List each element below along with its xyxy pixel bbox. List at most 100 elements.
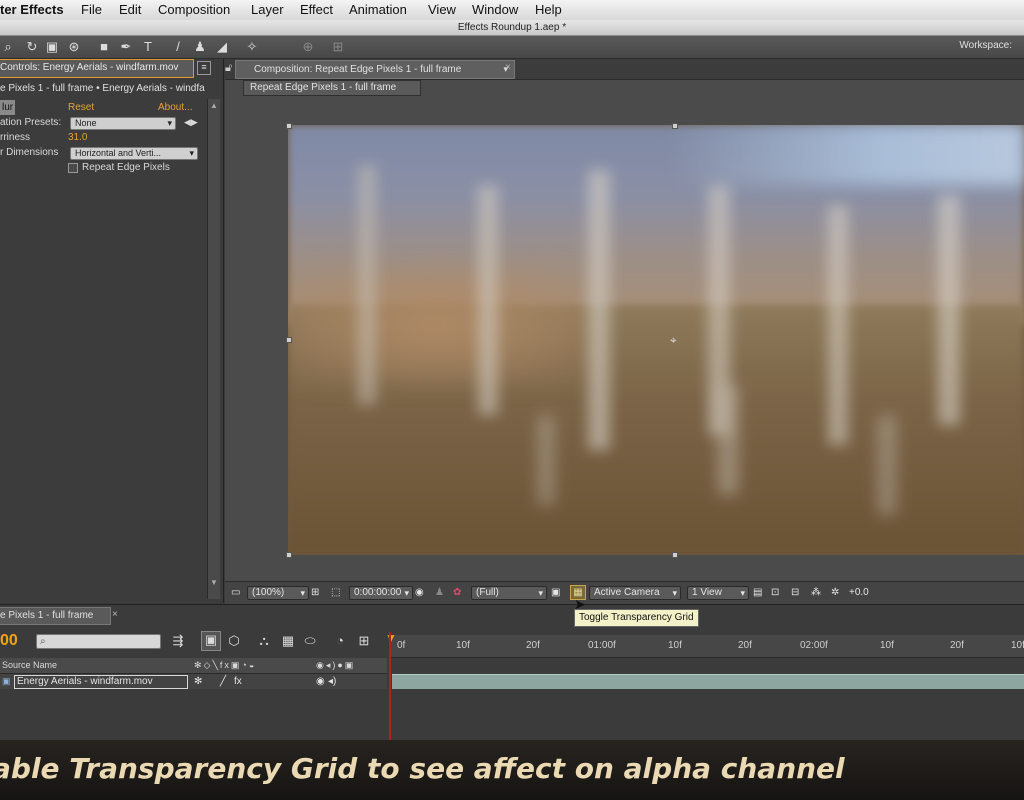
brainstorm-icon[interactable]: ⊞ — [356, 633, 372, 649]
video-switch-icon[interactable]: ◉ — [316, 674, 325, 689]
layer-duration-bar[interactable] — [392, 674, 1024, 689]
view-layout-dropdown[interactable]: 1 View — [687, 586, 749, 600]
layer-row[interactable]: ▣ Energy Aerials - windfarm.mov ✻ ╱ fx ◉… — [0, 674, 387, 689]
selection-handle-bottom-center[interactable] — [672, 552, 678, 558]
reset-exposure-icon[interactable]: ✲ — [831, 586, 839, 599]
axis-world-icon[interactable]: ⊞ — [330, 39, 346, 55]
composition-tab[interactable]: Composition: Repeat Edge Pixels 1 - full… — [235, 60, 515, 79]
comp-mini-flowchart-icon[interactable]: ⇶ — [170, 633, 186, 649]
scroll-up-icon[interactable]: ▲ — [210, 101, 218, 110]
camera-tool-icon[interactable]: ▣ — [44, 39, 60, 55]
switches-column-icon[interactable]: ✻◇╲fx▣◔◒ — [194, 658, 256, 673]
timeline-tab[interactable]: e Pixels 1 - full frame — [0, 607, 111, 625]
timeline-icon[interactable]: ⊟ — [791, 586, 799, 599]
draft-3d-icon[interactable]: ⬡ — [226, 633, 242, 649]
rotate-tool-icon[interactable]: ↻ — [24, 39, 40, 55]
composition-navigator-item[interactable]: Repeat Edge Pixels 1 - full frame — [243, 80, 421, 96]
effect-name[interactable]: lur — [0, 100, 16, 115]
live-update-icon[interactable]: ▣ — [201, 631, 221, 651]
menu-layer[interactable]: Layer — [251, 2, 284, 17]
fast-previews-icon[interactable]: ⊡ — [771, 586, 779, 599]
ruler-tick: 0f — [397, 640, 406, 651]
blurriness-label: rriness — [0, 132, 31, 143]
dimensions-label: r Dimensions — [0, 147, 59, 158]
exposure-value[interactable]: +0.0 — [849, 586, 869, 599]
eraser-tool-icon[interactable]: ◢ — [214, 39, 230, 55]
menu-edit[interactable]: Edit — [119, 2, 141, 17]
menu-window[interactable]: Window — [472, 2, 518, 17]
effect-controls-scrollbar[interactable]: ▲ ▼ — [207, 99, 220, 599]
menu-animation[interactable]: Animation — [349, 2, 407, 17]
scroll-down-icon[interactable]: ▼ — [210, 578, 218, 587]
lock-icon[interactable]: 🔓︎ — [225, 62, 232, 75]
presets-dropdown[interactable]: None — [70, 117, 176, 130]
brush-tool-icon[interactable]: / — [170, 39, 186, 55]
flowchart-icon[interactable]: ⁂ — [811, 586, 821, 599]
zoom-tool-icon[interactable]: ⌕ — [0, 39, 16, 55]
layer-name-field[interactable]: Energy Aerials - windfarm.mov — [14, 675, 188, 689]
ruler-tick: 01:00f — [588, 640, 616, 651]
selection-handle-middle-left[interactable] — [286, 337, 292, 343]
selection-handle-bottom-left[interactable] — [286, 552, 292, 558]
region-of-interest-icon[interactable]: ▣ — [551, 586, 560, 599]
selection-handle-top-left[interactable] — [286, 123, 292, 129]
current-time-display[interactable]: 00 — [0, 632, 18, 650]
blurriness-value[interactable]: 31.0 — [68, 130, 87, 145]
repeat-edge-checkbox[interactable] — [68, 163, 78, 173]
fx-switch-icon[interactable]: fx — [234, 674, 242, 689]
caption-bar: able Transparency Grid to see affect on … — [0, 740, 1024, 800]
presets-label: ation Presets: — [0, 117, 62, 128]
close-icon[interactable]: × — [505, 62, 511, 73]
timeline-close-icon[interactable]: × — [112, 609, 118, 620]
workspace-label: Workspace: — [959, 40, 1012, 51]
hide-shy-layers-icon[interactable]: ⛬ — [256, 633, 272, 649]
layer-search-input[interactable]: ⌕ — [36, 634, 161, 649]
graph-editor-icon[interactable]: ◔ — [332, 633, 348, 649]
effect-controls-tab[interactable]: Controls: Energy Aerials - windfarm.mov — [0, 59, 194, 78]
rectangle-tool-icon[interactable]: ■ — [96, 39, 112, 55]
color-channels-icon[interactable]: ✿ — [453, 586, 461, 599]
frame-blending-icon[interactable]: ▦ — [280, 633, 296, 649]
playhead-line[interactable] — [389, 632, 391, 741]
shy-switch-icon[interactable]: ✻ — [194, 674, 202, 689]
about-button[interactable]: About... — [158, 100, 192, 115]
anchor-point-icon[interactable]: ⌖ — [670, 333, 677, 348]
ruler-tick: 20f — [950, 640, 964, 651]
motion-blur-icon[interactable]: ⬭ — [302, 633, 318, 649]
always-preview-icon[interactable]: ▭ — [231, 586, 240, 599]
composition-viewer[interactable]: ⌖ — [288, 125, 1024, 555]
mask-visibility-icon[interactable]: ⬚ — [331, 586, 340, 599]
pen-tool-icon[interactable]: ✒ — [118, 39, 134, 55]
clone-stamp-tool-icon[interactable]: ♟ — [192, 39, 208, 55]
camera-view-dropdown[interactable]: Active Camera — [589, 586, 681, 600]
pan-behind-tool-icon[interactable]: ⊛ — [66, 39, 82, 55]
snapshot-icon[interactable]: ◉ — [415, 586, 424, 599]
menu-effect[interactable]: Effect — [300, 2, 333, 17]
toggle-pixel-aspect-icon[interactable]: ▤ — [753, 586, 762, 599]
selection-handle-top-center[interactable] — [672, 123, 678, 129]
app-menu[interactable]: ter Effects — [0, 2, 64, 17]
puppet-pin-tool-icon[interactable]: ✧ — [244, 39, 260, 55]
audio-switch-icon[interactable]: ◂) — [328, 674, 336, 689]
quality-switch-icon[interactable]: ╱ — [220, 674, 226, 689]
magnification-dropdown[interactable]: (100%) — [247, 586, 309, 600]
timeline-panel: e Pixels 1 - full frame × 00 ⌕ ⇶ ▣ ⬡ ⛬ ▦… — [0, 604, 1024, 741]
dimensions-dropdown[interactable]: Horizontal and Verti... — [70, 147, 198, 160]
current-time-field[interactable]: 0:00:00:00 — [349, 586, 413, 600]
preset-nav-icon[interactable]: ◀▶ — [184, 115, 198, 130]
menu-file[interactable]: File — [81, 2, 102, 17]
reset-button[interactable]: Reset — [68, 100, 94, 115]
menu-help[interactable]: Help — [535, 2, 562, 17]
safe-zones-icon[interactable]: ⊞ — [311, 586, 319, 599]
panel-menu-icon[interactable]: ≡ — [197, 61, 211, 75]
av-features-column-icon[interactable]: ◉◂)●▣ — [316, 658, 355, 673]
menu-composition[interactable]: Composition — [158, 2, 230, 17]
axis-mode-icon[interactable]: ⊕ — [300, 39, 316, 55]
menu-view[interactable]: View — [428, 2, 456, 17]
resolution-dropdown[interactable]: (Full) — [471, 586, 547, 600]
time-ruler[interactable]: 0f 10f 20f 01:00f 10f 20f 02:00f 10f 20f… — [389, 635, 1024, 658]
composition-tab-bar: 🔓︎ Composition: Repeat Edge Pixels 1 - f… — [225, 59, 1024, 80]
source-name-column[interactable]: Source Name — [2, 658, 57, 673]
type-tool-icon[interactable]: T — [140, 39, 156, 55]
show-snapshot-icon[interactable]: ♟ — [435, 586, 444, 599]
